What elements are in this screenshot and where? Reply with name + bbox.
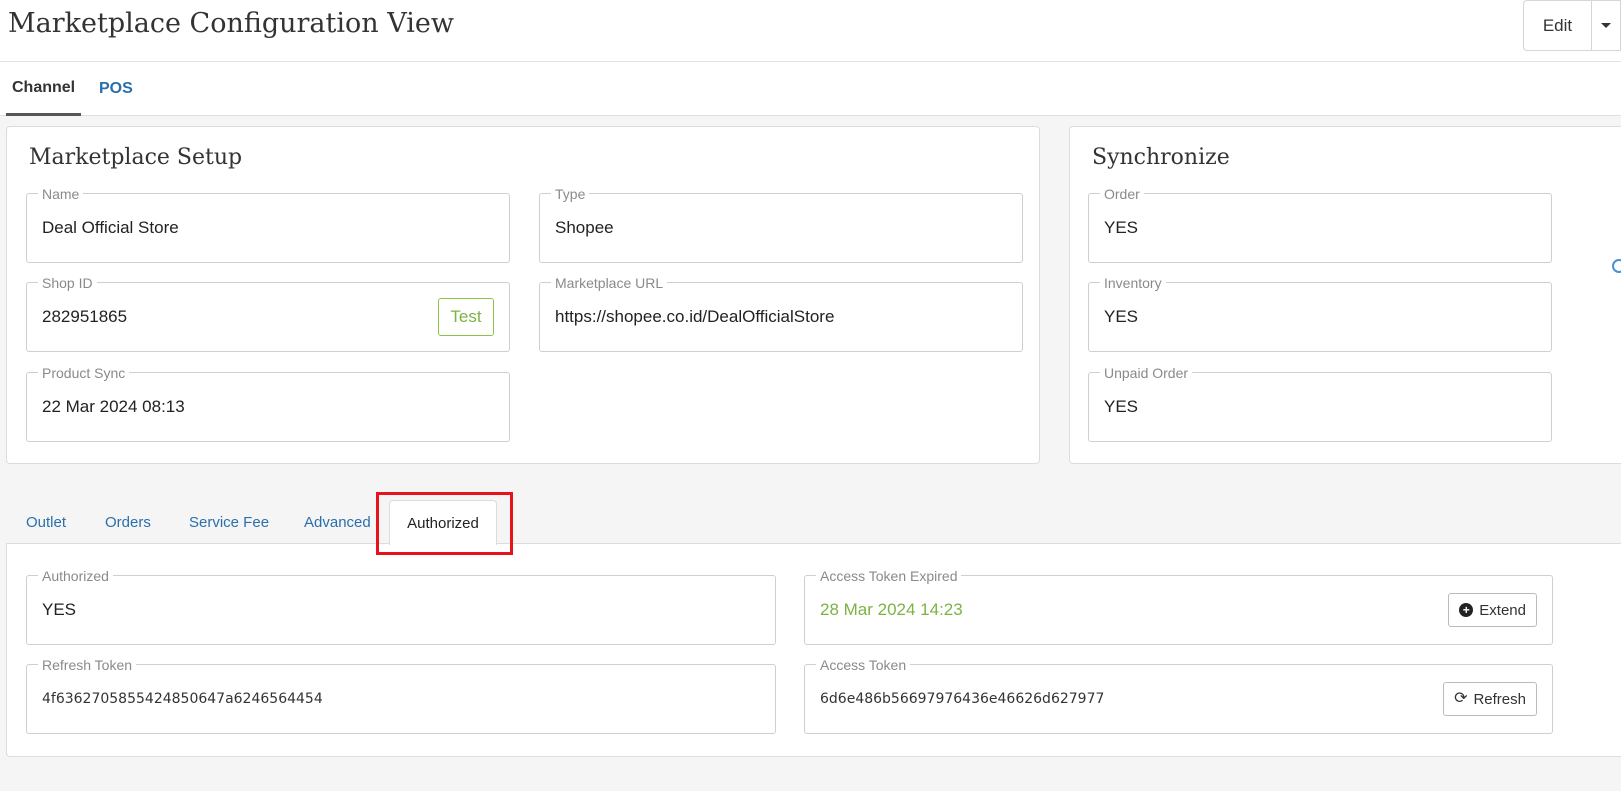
extend-label: Extend bbox=[1479, 601, 1526, 619]
access-token-expired-field: Access Token Expired 28 Mar 2024 14:23 +… bbox=[804, 568, 1553, 645]
tab-orders[interactable]: Orders bbox=[91, 500, 165, 544]
order-field: Order YES bbox=[1088, 186, 1552, 263]
access-token-expired-label: Access Token Expired bbox=[816, 568, 962, 584]
name-value: Deal Official Store bbox=[42, 218, 179, 237]
synchronize-card: Synchronize Order YES Inventory YES Unpa… bbox=[1069, 126, 1621, 464]
unpaid-order-value: YES bbox=[1104, 397, 1139, 416]
marketplace-setup-title: Marketplace Setup bbox=[29, 145, 243, 170]
type-value: Shopee bbox=[555, 218, 614, 237]
sub-tabs: Outlet Orders Service Fee Advanced Autho… bbox=[0, 492, 1621, 545]
access-token-field: Access Token 6d6e486b56697976436e46626d6… bbox=[804, 657, 1553, 734]
tab-advanced[interactable]: Advanced bbox=[290, 500, 385, 544]
authorized-field: Authorized YES bbox=[26, 568, 776, 645]
type-label: Type bbox=[551, 186, 590, 202]
authorized-label: Authorized bbox=[38, 568, 113, 584]
access-token-value: 6d6e486b56697976436e46626d627977 bbox=[820, 691, 1105, 707]
marketplace-setup-card: Marketplace Setup Name Deal Official Sto… bbox=[6, 126, 1040, 464]
refresh-token-value: 4f6362705855424850647a6246564454 bbox=[42, 691, 323, 707]
product-sync-label: Product Sync bbox=[38, 365, 130, 381]
highlight-annotation bbox=[376, 492, 513, 555]
refresh-token-label: Refresh Token bbox=[38, 657, 137, 673]
chevron-down-icon bbox=[1601, 23, 1611, 28]
page-title: Marketplace Configuration View bbox=[8, 8, 454, 39]
scroll-indicator[interactable] bbox=[1612, 259, 1621, 273]
inventory-label: Inventory bbox=[1100, 275, 1166, 291]
edit-button[interactable]: Edit bbox=[1523, 0, 1591, 51]
inventory-field: Inventory YES bbox=[1088, 275, 1552, 352]
marketplace-url-field: Marketplace URL https://shopee.co.id/Dea… bbox=[539, 275, 1023, 352]
refresh-label: Refresh bbox=[1473, 690, 1526, 708]
test-button[interactable]: Test bbox=[438, 298, 494, 336]
shop-id-label: Shop ID bbox=[38, 275, 97, 291]
marketplace-url-value: https://shopee.co.id/DealOfficialStore bbox=[555, 307, 835, 326]
tab-service-fee[interactable]: Service Fee bbox=[175, 500, 283, 544]
tab-channel[interactable]: Channel bbox=[6, 62, 82, 116]
order-value: YES bbox=[1104, 218, 1139, 237]
unpaid-order-field: Unpaid Order YES bbox=[1088, 365, 1552, 442]
edit-button-group: Edit bbox=[1523, 0, 1621, 51]
order-label: Order bbox=[1100, 186, 1144, 202]
product-sync-value: 22 Mar 2024 08:13 bbox=[42, 397, 185, 416]
refresh-token-field: Refresh Token 4f6362705855424850647a6246… bbox=[26, 657, 776, 734]
unpaid-order-label: Unpaid Order bbox=[1100, 365, 1193, 381]
type-field: Type Shopee bbox=[539, 186, 1023, 263]
marketplace-url-label: Marketplace URL bbox=[551, 275, 668, 291]
edit-dropdown-toggle[interactable] bbox=[1591, 0, 1621, 51]
main-tabs: Channel POS bbox=[0, 62, 1621, 116]
extend-button[interactable]: + Extend bbox=[1448, 593, 1537, 627]
shop-id-value: 282951865 bbox=[42, 307, 128, 326]
page-header: Marketplace Configuration View Edit bbox=[0, 0, 1621, 62]
tab-outlet[interactable]: Outlet bbox=[12, 500, 80, 544]
shop-id-field: Shop ID 282951865 Test bbox=[26, 275, 510, 352]
authorized-panel: Authorized YES Access Token Expired 28 M… bbox=[6, 543, 1621, 757]
name-label: Name bbox=[38, 186, 84, 202]
tab-pos[interactable]: POS bbox=[93, 62, 139, 116]
product-sync-field: Product Sync 22 Mar 2024 08:13 bbox=[26, 365, 510, 442]
inventory-value: YES bbox=[1104, 307, 1139, 326]
name-field: Name Deal Official Store bbox=[26, 186, 510, 263]
authorized-value: YES bbox=[42, 600, 77, 619]
access-token-expired-value: 28 Mar 2024 14:23 bbox=[820, 600, 963, 619]
synchronize-title: Synchronize bbox=[1092, 145, 1230, 170]
access-token-label: Access Token bbox=[816, 657, 911, 673]
refresh-button[interactable]: ⟳ Refresh bbox=[1443, 682, 1537, 716]
refresh-icon: ⟳ bbox=[1454, 690, 1468, 707]
plus-circle-icon: + bbox=[1459, 603, 1474, 617]
